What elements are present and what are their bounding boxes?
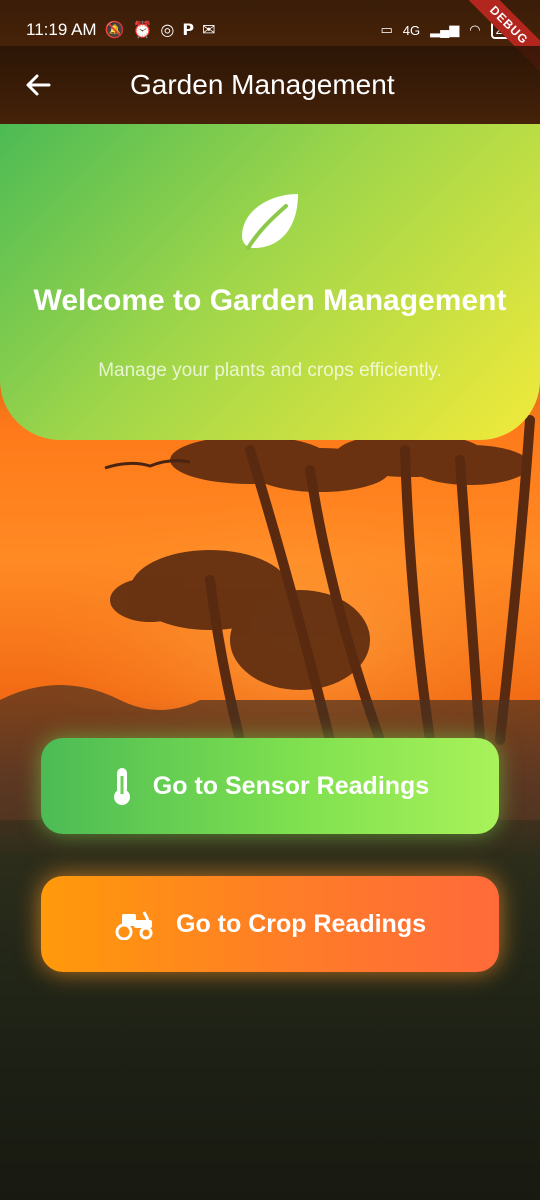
welcome-title: Welcome to Garden Management xyxy=(33,284,507,317)
crop-readings-button[interactable]: Go to Crop Readings xyxy=(41,876,499,972)
app-bar: Garden Management xyxy=(0,46,540,124)
status-time: 11:19 AM xyxy=(26,20,97,39)
mute-icon: 🔕 xyxy=(104,22,125,39)
volte-icon: ▭ xyxy=(380,22,393,37)
tractor-icon xyxy=(114,908,156,940)
p-app-icon: 𝗣 xyxy=(182,22,195,39)
arrow-left-icon xyxy=(26,74,51,96)
notification-icons: 🔕 ⏰ ◎ 𝗣 ✉ xyxy=(105,20,216,40)
network-type: 4G xyxy=(402,22,421,38)
thermometer-icon xyxy=(111,766,133,806)
sensor-readings-label: Go to Sensor Readings xyxy=(152,771,430,800)
mail-icon: ✉ xyxy=(202,22,216,39)
wifi-icon: ◠ xyxy=(469,22,481,37)
back-button[interactable] xyxy=(24,71,52,99)
signal-icon: ▂▄▆ xyxy=(430,22,460,37)
crop-readings-label: Go to Crop Readings xyxy=(176,909,426,938)
whatsapp-icon: ◎ xyxy=(160,22,175,39)
page-title: Garden Management xyxy=(130,69,395,100)
welcome-subtitle: Manage your plants and crops efficiently… xyxy=(98,360,442,381)
alarm-icon: ⏰ xyxy=(132,22,153,39)
sensor-readings-button[interactable]: Go to Sensor Readings xyxy=(41,738,499,834)
leaf-icon xyxy=(242,194,298,250)
welcome-card: Welcome to Garden Management Manage your… xyxy=(0,124,540,440)
